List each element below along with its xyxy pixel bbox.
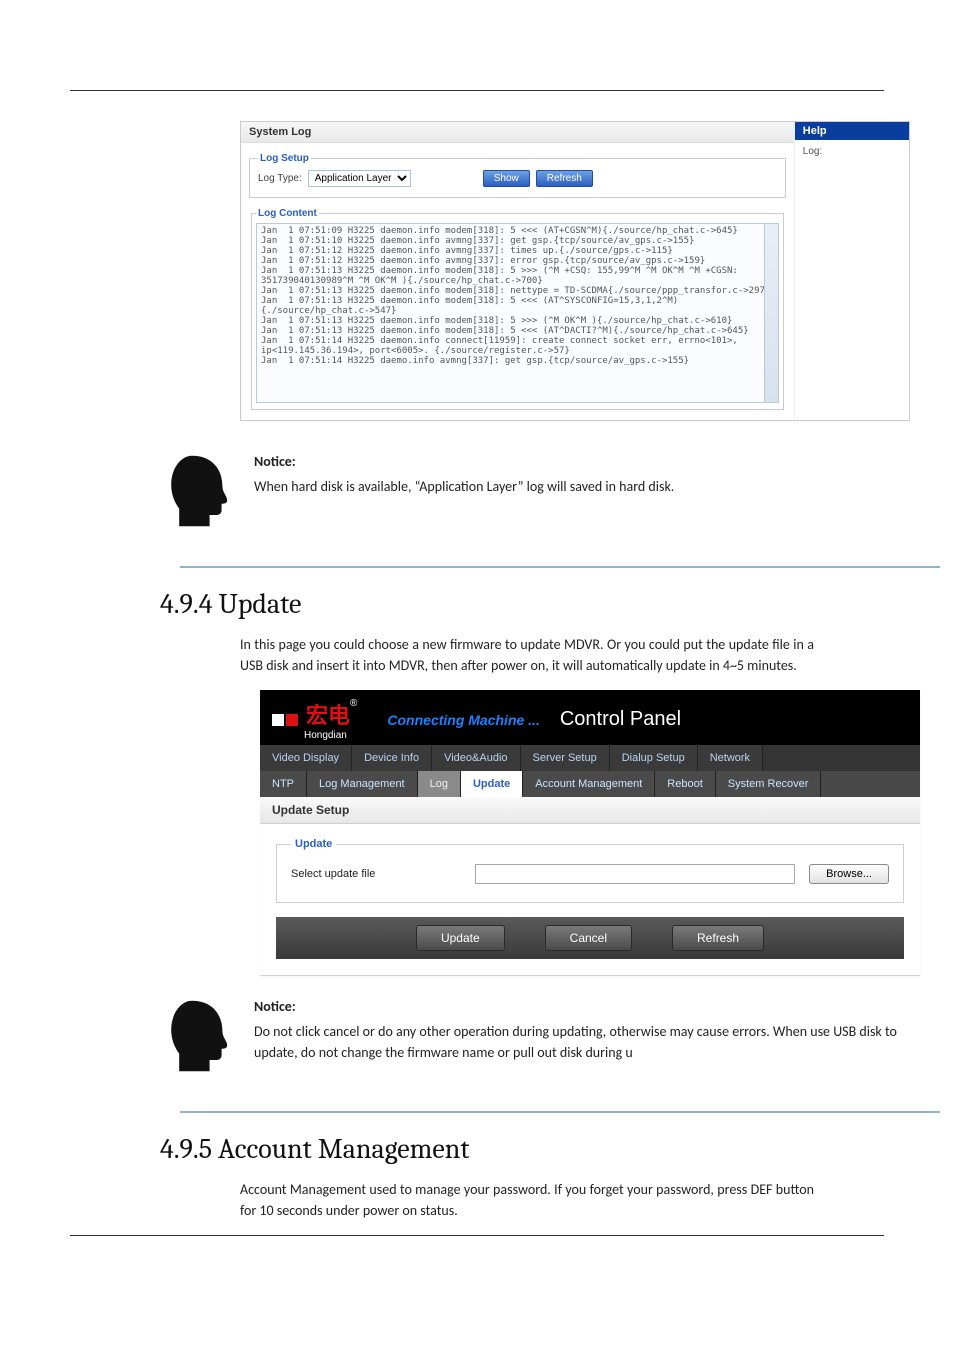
help-title: Help <box>795 122 909 140</box>
heading-account: 4.9.5 Account Management <box>160 1133 884 1165</box>
system-log-title: System Log <box>241 122 794 143</box>
para-update: In this page you could choose a new firm… <box>240 634 814 676</box>
tab-update[interactable]: Update <box>461 771 523 797</box>
update-screenshot: 宏电® Hongdian Connecting Machine ... Cont… <box>260 690 920 976</box>
update-button[interactable]: Update <box>416 925 505 951</box>
update-setup-bar: Update Setup <box>260 797 920 824</box>
tab-device-info[interactable]: Device Info <box>352 745 432 771</box>
tab-network[interactable]: Network <box>698 745 763 771</box>
tab-account-mgmt[interactable]: Account Management <box>523 771 655 797</box>
tab-server-setup[interactable]: Server Setup <box>521 745 610 771</box>
refresh-button[interactable]: Refresh <box>536 170 593 187</box>
tab-reboot[interactable]: Reboot <box>655 771 715 797</box>
notice1-body: When hard disk is available, “Applicatio… <box>254 478 674 495</box>
section-rule-1 <box>180 566 940 568</box>
notice-block-1: Notice: When hard disk is available, “Ap… <box>160 451 940 536</box>
cancel-button[interactable]: Cancel <box>545 925 632 951</box>
scrollbar[interactable] <box>764 224 778 402</box>
logo-icon: 宏电® Hongdian <box>272 698 357 741</box>
section-rule-2 <box>180 1111 940 1113</box>
para-account: Account Management used to manage your p… <box>240 1179 814 1221</box>
browse-button[interactable]: Browse... <box>809 864 889 884</box>
update-legend: Update <box>291 838 336 850</box>
show-button[interactable]: Show <box>483 170 530 187</box>
notice2-body: Do not click cancel or do any other oper… <box>254 1023 897 1061</box>
help-body: Log: <box>795 140 909 163</box>
main-tabs: Video Display Device Info Video&Audio Se… <box>260 745 920 771</box>
log-content-textarea[interactable]: Jan 1 07:51:09 H3225 daemon.info modem[3… <box>256 223 779 403</box>
log-setup-legend: Log Setup <box>258 153 311 164</box>
tab-log[interactable]: Log <box>418 771 461 797</box>
refresh-button-2[interactable]: Refresh <box>672 925 764 951</box>
file-path-input[interactable] <box>475 864 795 884</box>
brand-bar: 宏电® Hongdian Connecting Machine ... Cont… <box>260 690 920 745</box>
brand-cn: 宏电 <box>306 703 350 728</box>
brand-en: Hongdian <box>304 730 357 741</box>
tab-video-display[interactable]: Video Display <box>260 745 352 771</box>
log-type-select[interactable]: Application Layer <box>308 170 411 187</box>
notice-block-2: Notice: Do not click cancel or do any ot… <box>160 996 940 1081</box>
help-pane: Help Log: <box>794 122 909 420</box>
select-file-label: Select update file <box>291 868 461 880</box>
update-fieldset: Update Select update file Browse... <box>276 838 904 903</box>
head-silhouette-icon <box>160 996 240 1076</box>
system-log-screenshot: System Log Log Setup Log Type: Applicati… <box>240 121 910 421</box>
notice1-heading: Notice: <box>254 451 940 472</box>
log-type-label: Log Type: <box>258 173 302 184</box>
log-text: Jan 1 07:51:09 H3225 daemon.info modem[3… <box>261 226 776 366</box>
tab-ntp[interactable]: NTP <box>260 771 307 797</box>
page-top-rule <box>70 90 884 91</box>
heading-update: 4.9.4 Update <box>160 588 884 620</box>
notice2-heading: Notice: <box>254 996 940 1017</box>
tab-log-management[interactable]: Log Management <box>307 771 418 797</box>
log-content-fieldset: Log Content Jan 1 07:51:09 H3225 daemon.… <box>251 208 784 410</box>
control-panel: Control Panel <box>560 708 681 731</box>
sub-tabs: NTP Log Management Log Update Account Ma… <box>260 771 920 797</box>
tab-dialup-setup[interactable]: Dialup Setup <box>610 745 698 771</box>
connecting-machine: Connecting Machine ... <box>387 712 539 728</box>
action-bar: Update Cancel Refresh <box>276 917 904 959</box>
tab-system-recover[interactable]: System Recover <box>716 771 822 797</box>
brand-reg: ® <box>350 698 357 709</box>
head-silhouette-icon <box>160 451 240 531</box>
log-setup-fieldset: Log Setup Log Type: Application Layer Sh… <box>249 153 786 198</box>
page-bottom-rule <box>70 1235 884 1236</box>
tab-video-audio[interactable]: Video&Audio <box>432 745 520 771</box>
log-content-legend: Log Content <box>256 208 319 219</box>
